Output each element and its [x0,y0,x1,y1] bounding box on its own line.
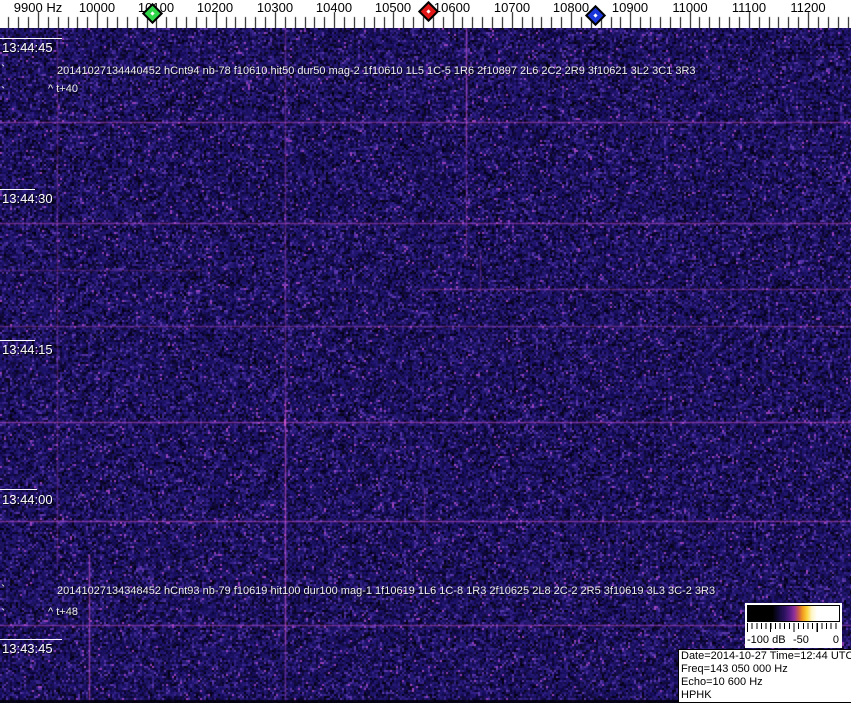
edge-tick-mark: ` [1,606,5,621]
time-tick [0,489,37,490]
time-label: 13:44:45 [2,40,53,55]
freq-line: Freq=143 050 000 Hz [681,663,849,676]
color-scale-major-ticks [747,623,840,632]
time-tick [0,38,62,39]
db-min-label: -100 dB [747,634,786,646]
freq-label: 11200 [790,0,825,15]
time-tick [0,639,62,640]
hit-annotation-line: 20141027134348452 hCnt93 nb-79 f10619 hi… [57,585,715,597]
freq-label: 10500 [375,0,411,15]
edge-tick-mark: ` [1,582,5,597]
station-id-line: HPHK [681,689,849,702]
color-gradient-bar [747,605,840,622]
time-tick [0,340,35,341]
hit-annotation-tmark: ^ t+40 [48,83,78,95]
freq-label: 10400 [316,0,352,15]
time-label: 13:44:00 [2,492,53,507]
db-mid-label: -50 [793,634,809,646]
time-label: 13:43:45 [2,641,53,656]
freq-label: 10800 [553,0,589,15]
spectrogram-window: 9900 Hz 10000 10100 10200 10300 10400 10… [0,0,851,703]
marker-center-dot [150,11,154,15]
hit-annotation-line: 20141027134440452 hCnt94 nb-78 f10610 hi… [57,65,696,77]
db-color-scale: -100 dB -50 0 [745,603,842,648]
freq-label: 11000 [672,0,707,15]
marker-center-dot [426,9,430,13]
time-tick [0,189,35,190]
freq-label: 11100 [732,0,766,15]
date-time-line: Date=2014-10-27 Time=12:44 UTC [681,650,849,663]
echo-line: Echo=10 600 Hz [681,676,849,689]
freq-label: 10900 [612,0,648,15]
freq-label: 10200 [197,0,233,15]
freq-label: 10600 [434,0,470,15]
freq-label: 10700 [494,0,530,15]
edge-tick-mark: ` [1,62,5,77]
spectrogram-canvas[interactable] [0,28,851,703]
time-label: 13:44:15 [2,342,53,357]
edge-tick-mark: ` [1,84,5,99]
freq-label: 10300 [257,0,293,15]
status-info-box: Date=2014-10-27 Time=12:44 UTC Freq=143 … [678,649,851,703]
time-label: 13:44:30 [2,191,53,206]
freq-label: 10000 [79,0,115,15]
hit-annotation-tmark: ^ t+48 [48,606,78,618]
db-max-label: 0 [833,634,839,646]
freq-label: 9900 Hz [14,0,62,15]
marker-center-dot [593,13,597,17]
frequency-ruler: 9900 Hz 10000 10100 10200 10300 10400 10… [0,0,851,28]
